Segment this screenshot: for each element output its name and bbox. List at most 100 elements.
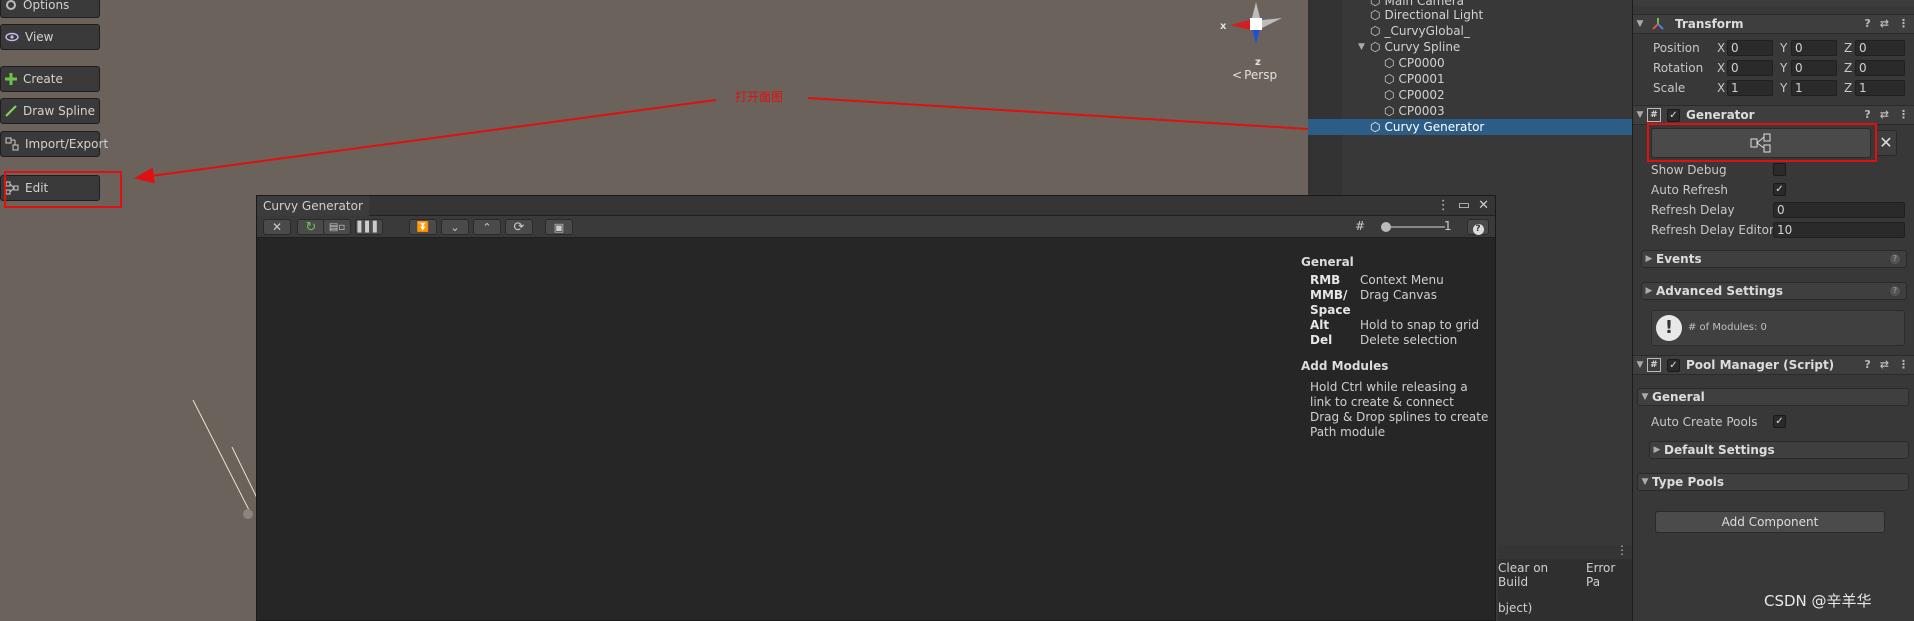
axis-z-label: Z [1844, 61, 1853, 75]
add-component-button[interactable]: Add Component [1655, 511, 1885, 533]
more-options-icon[interactable]: ⋮ [1898, 358, 1909, 371]
inspector-panel[interactable]: ▼ Transform ? ⇄ ⋮ Position X 0 Y 0 Z 0 Rot… [1632, 0, 1914, 621]
help-add-modules-line: Path module [1310, 425, 1386, 439]
pool-manager-header[interactable]: ▼ # ✓ Pool Manager (Script) ? ⇄ ⋮ [1633, 355, 1914, 375]
help-desc-alt: Hold to snap to grid [1360, 318, 1479, 332]
auto-create-pools-checkbox[interactable]: ✓ [1773, 415, 1786, 428]
maximize-icon[interactable]: ▭ [1458, 198, 1470, 213]
double-chevron-down-icon: ⏬ [416, 221, 430, 233]
curvy-generator-window[interactable]: Curvy Generator ⋮ ▭ ✕ ✕ ↻ ▤▫ ▌▌▌ ⏬ ⌄ ⌃ ⟳… [256, 195, 1496, 621]
curvy-generator-toolbar: ✕ ↻ ▤▫ ▌▌▌ ⏬ ⌄ ⌃ ⟳ ▣ # 1 ? [257, 216, 1495, 238]
modules-info-box: ! # of Modules: 0 [1651, 310, 1905, 346]
hierarchy-item-cp0001[interactable]: ⬡ CP0001 [1308, 71, 1632, 87]
help-icon[interactable]: ? [1864, 17, 1870, 30]
clear-button[interactable]: ✕ [263, 219, 291, 235]
persp-toggle[interactable]: < Persp [1232, 68, 1277, 82]
help-add-modules-line: Hold Ctrl while releasing a [1310, 380, 1468, 394]
transform-icon [1652, 18, 1664, 30]
expand-button[interactable]: ⌄ [441, 219, 469, 235]
modules-info-text: # of Modules: 0 [1688, 322, 1767, 333]
generator-header[interactable]: ▼ # ✓ Generator ? ⇄ ⋮ [1633, 105, 1914, 125]
sync-icon: ⟳ [513, 219, 525, 235]
help-key-alt: Alt [1310, 318, 1330, 332]
more-options-icon[interactable]: ⋮ [1437, 198, 1450, 213]
default-settings-foldout[interactable]: ▶ Default Settings [1649, 441, 1909, 459]
curvy-generator-tab[interactable]: Curvy Generator [257, 196, 369, 216]
help-icon[interactable]: ? [1890, 254, 1900, 264]
console-toolbar: Clear on Build Error Pa [1498, 561, 1632, 589]
hierarchy-item-label: CP0003 [1398, 104, 1445, 118]
hierarchy-item-curvy-spline[interactable]: ▼ ⬡ Curvy Spline [1308, 39, 1632, 55]
advanced-settings-foldout[interactable]: ▶ Advanced Settings ? [1641, 282, 1907, 300]
preset-icon[interactable]: ⇄ [1880, 108, 1889, 121]
cube-icon: ⬡ [1384, 104, 1395, 118]
more-options-icon[interactable]: ⋮ [1898, 108, 1909, 121]
type-pools-foldout[interactable]: ▼ Type Pools [1637, 473, 1909, 491]
help-key-del: Del [1310, 333, 1333, 347]
inspector-top-strip [1633, 0, 1914, 6]
hierarchy-item-cp0002[interactable]: ⬡ CP0002 [1308, 87, 1632, 103]
expand-all-button[interactable]: ⏬ [409, 219, 437, 235]
rotation-z-field[interactable]: 0 [1855, 60, 1905, 76]
hierarchy-item-curvy-generator[interactable]: ⬡ Curvy Generator [1308, 119, 1632, 135]
chevron-down-icon: ⌄ [450, 220, 460, 234]
scale-x-field[interactable]: 1 [1727, 80, 1773, 96]
refresh-button[interactable]: ↻ [297, 219, 325, 235]
foldout-arrow-icon: ▼ [1636, 110, 1644, 120]
show-debug-checkbox[interactable] [1773, 163, 1786, 176]
help-desc-mmb: Drag Canvas [1360, 288, 1438, 302]
preset-icon[interactable]: ⇄ [1880, 17, 1889, 30]
expand-arrow-icon[interactable]: ▼ [1358, 42, 1370, 52]
general-foldout[interactable]: ▼ General [1637, 388, 1909, 406]
events-foldout[interactable]: ▶ Events ? [1641, 250, 1907, 268]
transform-header[interactable]: ▼ Transform ? ⇄ ⋮ [1633, 14, 1914, 34]
rotation-x-field[interactable]: 0 [1727, 60, 1773, 76]
pool-manager-enabled-checkbox[interactable]: ✓ [1667, 358, 1680, 372]
refresh-delay-field[interactable]: 0 [1773, 202, 1905, 218]
help-button[interactable]: ? [1467, 219, 1489, 235]
events-label: Events [1656, 252, 1702, 266]
cube-icon: ⬡ [1370, 40, 1381, 54]
pool-manager-title: Pool Manager (Script) [1686, 358, 1835, 372]
help-icon[interactable]: ? [1890, 286, 1900, 296]
more-options-icon[interactable]: ⋮ [1898, 17, 1909, 30]
cube-icon: ⬡ [1384, 72, 1395, 86]
hierarchy-item-curvy-global[interactable]: ⬡ _CurvyGlobal_ [1308, 23, 1632, 39]
help-icon[interactable]: ? [1864, 358, 1870, 371]
foldout-arrow-icon: ▶ [1653, 445, 1661, 455]
grid-icon[interactable]: # [1355, 219, 1365, 233]
more-options-icon[interactable]: ⋮ [1616, 543, 1628, 557]
hierarchy-item-directional-light[interactable]: ⬡ Directional Light [1308, 7, 1632, 23]
collapse-button[interactable]: ⌃ [473, 219, 501, 235]
hierarchy-item-cp0003[interactable]: ⬡ CP0003 [1308, 103, 1632, 119]
cube-icon: ⬡ [1370, 24, 1381, 38]
close-icon[interactable]: ✕ [1478, 198, 1489, 213]
position-z-field[interactable]: 0 [1855, 40, 1905, 56]
close-icon: ✕ [1879, 133, 1893, 152]
generator-enabled-checkbox[interactable]: ✓ [1667, 108, 1680, 122]
position-y-field[interactable]: 0 [1791, 40, 1837, 56]
console-panel[interactable]: ⋮ Clear on Build Error Pa bject) [1498, 543, 1632, 621]
error-pause-button[interactable]: Error Pa [1586, 561, 1632, 589]
zoom-slider[interactable] [1381, 222, 1445, 232]
stats-button[interactable]: ▌▌▌ [355, 219, 383, 235]
hierarchy-item-label: Curvy Spline [1384, 40, 1461, 54]
clear-generator-button[interactable]: ✕ [1875, 130, 1897, 156]
console-message: bject) [1498, 601, 1533, 615]
preset-icon[interactable]: ⇄ [1880, 358, 1889, 371]
generator-edit-highlight-box [1647, 123, 1877, 162]
modules-button[interactable]: ▤▫ [323, 219, 351, 235]
position-x-field[interactable]: 0 [1727, 40, 1773, 56]
clear-on-build-button[interactable]: Clear on Build [1498, 561, 1580, 589]
scale-y-field[interactable]: 1 [1791, 80, 1837, 96]
help-icon[interactable]: ? [1864, 108, 1870, 121]
generator-canvas[interactable]: General RMB Context Menu MMB/ Drag Canva… [257, 238, 1495, 620]
sync-button[interactable]: ⟳ [505, 219, 533, 235]
zoom-slider-handle[interactable] [1381, 222, 1391, 232]
hierarchy-item-cp0000[interactable]: ⬡ CP0000 [1308, 55, 1632, 71]
save-button[interactable]: ▣ [545, 219, 573, 235]
refresh-delay-editor-field[interactable]: 10 [1773, 222, 1905, 238]
auto-refresh-checkbox[interactable]: ✓ [1773, 183, 1786, 196]
scale-z-field[interactable]: 1 [1855, 80, 1905, 96]
rotation-y-field[interactable]: 0 [1791, 60, 1837, 76]
